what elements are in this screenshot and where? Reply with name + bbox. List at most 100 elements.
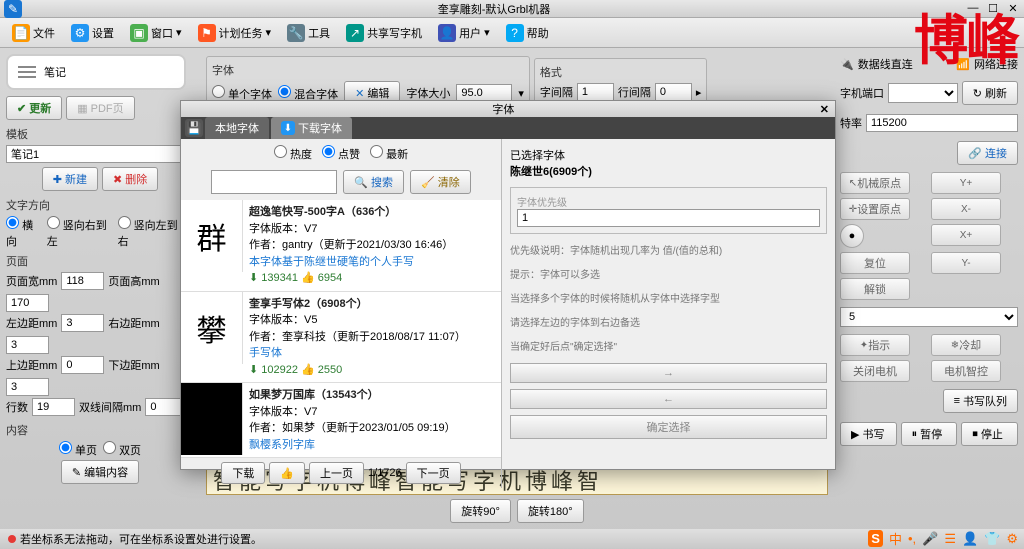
- save-icon[interactable]: 💾: [185, 119, 203, 137]
- status-indicator-icon: [8, 535, 16, 543]
- chevron-right-icon[interactable]: ▸: [696, 86, 702, 99]
- font-list-item[interactable]: 攀奎享手写体2（6908个）字体版本：V5作者：奎享科技（更新于2018/08/…: [181, 292, 501, 384]
- menu-tools[interactable]: 🔧工具: [281, 22, 336, 44]
- like-font-button[interactable]: 👍: [269, 462, 305, 484]
- pdf-button[interactable]: ▦ PDF页: [66, 96, 134, 120]
- tray-list-icon[interactable]: ☰: [944, 531, 956, 547]
- x-plus-button[interactable]: X+: [931, 224, 1001, 246]
- move-left-button[interactable]: ←: [510, 389, 827, 409]
- margin-left-input[interactable]: [61, 314, 104, 332]
- hint-4: 请选择左边的字体到右边备选: [510, 316, 827, 332]
- font-list-item[interactable]: 群超逸笔快写-500字A（636个）字体版本：V7作者：gantry（更新于20…: [181, 200, 501, 292]
- update-button[interactable]: ✔ 更新: [6, 96, 62, 120]
- mixed-font-radio[interactable]: 混合字体: [278, 85, 338, 102]
- tab-local-fonts[interactable]: 本地字体: [205, 117, 269, 139]
- selected-font-name: 陈继世6(6909个): [510, 163, 827, 179]
- notes-button[interactable]: 笔记: [6, 54, 186, 90]
- tray-ime-label[interactable]: 中: [889, 529, 902, 548]
- font-list-item[interactable]: 如果梦万国库（13543个）字体版本：V7作者：如果梦（更新于2023/01/0…: [181, 383, 501, 458]
- y-minus-button[interactable]: Y-: [931, 252, 1001, 274]
- baud-input[interactable]: [866, 114, 1018, 132]
- clear-button[interactable]: 🧹 清除: [410, 170, 471, 194]
- page-indicator: 1/1726: [368, 467, 402, 479]
- rotate-90-button[interactable]: 旋转90°: [450, 499, 511, 523]
- stop-button[interactable]: ⏹ 停止: [961, 422, 1018, 446]
- ime-icon[interactable]: S: [868, 530, 883, 547]
- menu-share[interactable]: ↗共享写字机: [340, 22, 428, 44]
- font-info: 如果梦万国库（13543个）字体版本：V7作者：如果梦（更新于2023/01/0…: [243, 383, 501, 457]
- menu-user[interactable]: 👤用户▾: [432, 22, 496, 44]
- set-origin-button[interactable]: ✛ 设置原点: [840, 198, 910, 220]
- motor-ctrl-button[interactable]: 电机智控: [931, 360, 1001, 382]
- dialog-close-button[interactable]: ✕: [820, 103, 829, 116]
- page-width-input[interactable]: [61, 272, 104, 290]
- dir-ltr[interactable]: 竖向左到右: [118, 216, 183, 249]
- pause-button[interactable]: ⏸ 暂停: [901, 422, 958, 446]
- menu-file[interactable]: 📄文件: [6, 22, 61, 44]
- usb-icon: 🔌: [840, 58, 854, 71]
- tray-mic-icon[interactable]: 🎤: [922, 531, 938, 547]
- laser-button[interactable]: ✦ 指示: [840, 334, 910, 356]
- margin-bottom-input[interactable]: [6, 378, 49, 396]
- filter-like[interactable]: 点赞: [322, 145, 360, 162]
- lines-input[interactable]: [32, 398, 75, 416]
- menu-window[interactable]: ▣窗口▾: [124, 22, 188, 44]
- line-spacing-input[interactable]: [655, 83, 692, 101]
- refresh-button[interactable]: ↻ 刷新: [962, 81, 1018, 105]
- content-double[interactable]: 双页: [103, 441, 141, 458]
- write-queue-button[interactable]: ≡ 书写队列: [943, 389, 1018, 413]
- connect-button[interactable]: 🔗 连接: [957, 141, 1018, 165]
- word-spacing-input[interactable]: [577, 83, 614, 101]
- write-button[interactable]: ▶ 书写: [840, 422, 897, 446]
- download-font-button[interactable]: 下载: [221, 462, 265, 484]
- filter-hot[interactable]: 热度: [274, 145, 312, 162]
- single-font-radio[interactable]: 单个字体: [212, 85, 272, 102]
- tab-download-fonts[interactable]: ⬇下载字体: [271, 117, 352, 139]
- font-search-input[interactable]: [211, 170, 337, 194]
- font-preview: [181, 383, 243, 455]
- hint-3: 当选择多个字体的时候将随机从字体中选择字型: [510, 292, 827, 308]
- port-select[interactable]: [888, 83, 958, 103]
- user-icon: 👤: [438, 24, 456, 42]
- template-name-input[interactable]: [6, 145, 194, 163]
- menu-settings[interactable]: ⚙设置: [65, 22, 120, 44]
- y-plus-button[interactable]: Y+: [931, 172, 1001, 194]
- new-template-button[interactable]: ✚ 新建: [42, 167, 98, 191]
- chevron-down-icon: ▾: [176, 26, 182, 39]
- menu-help[interactable]: ?帮助: [500, 22, 555, 44]
- content-single[interactable]: 单页: [59, 441, 97, 458]
- move-right-button[interactable]: →: [510, 363, 827, 383]
- system-tray: S 中 •, 🎤 ☰ 👤 👕 ⚙: [868, 529, 1018, 548]
- margin-top-input[interactable]: [61, 356, 104, 374]
- priority-input[interactable]: [517, 209, 820, 227]
- next-page-button[interactable]: 下一页: [406, 462, 461, 484]
- prev-page-button[interactable]: 上一页: [309, 462, 364, 484]
- reset-button[interactable]: 复位: [840, 252, 910, 274]
- tray-skin-icon[interactable]: 👕: [984, 531, 1000, 547]
- tray-user-icon[interactable]: 👤: [962, 531, 978, 547]
- unlock-button[interactable]: 解锁: [840, 278, 910, 300]
- font-group-title: 字体: [212, 62, 524, 78]
- search-button[interactable]: 🔍 搜索: [343, 170, 404, 194]
- center-button[interactable]: ●: [840, 224, 864, 248]
- tray-punct-icon[interactable]: •,: [908, 531, 916, 546]
- margin-right-input[interactable]: [6, 336, 49, 354]
- motor-off-button[interactable]: 关闭电机: [840, 360, 910, 382]
- confirm-select-button[interactable]: 确定选择: [510, 415, 827, 439]
- tray-settings-icon[interactable]: ⚙: [1006, 531, 1018, 547]
- menu-tasks[interactable]: ⚑计划任务▾: [192, 22, 278, 44]
- rotate-180-button[interactable]: 旋转180°: [517, 499, 584, 523]
- speed-select[interactable]: 5: [840, 307, 1018, 327]
- filter-new[interactable]: 最新: [370, 145, 408, 162]
- mech-origin-button[interactable]: ↖ 机械原点: [840, 172, 910, 194]
- cool-button[interactable]: ❄ 冷却: [931, 334, 1001, 356]
- edit-content-button[interactable]: ✎ 编辑内容: [61, 460, 139, 484]
- chevron-down-icon[interactable]: ▾: [518, 87, 524, 100]
- page-title: 页面: [6, 253, 194, 269]
- x-minus-button[interactable]: X-: [931, 198, 1001, 220]
- dir-rtl[interactable]: 竖向右到左: [47, 216, 112, 249]
- delete-template-button[interactable]: ✖ 删除: [102, 167, 158, 191]
- dir-horizontal[interactable]: 横向: [6, 216, 41, 249]
- gear-icon: ⚙: [71, 24, 89, 42]
- page-height-input[interactable]: [6, 294, 49, 312]
